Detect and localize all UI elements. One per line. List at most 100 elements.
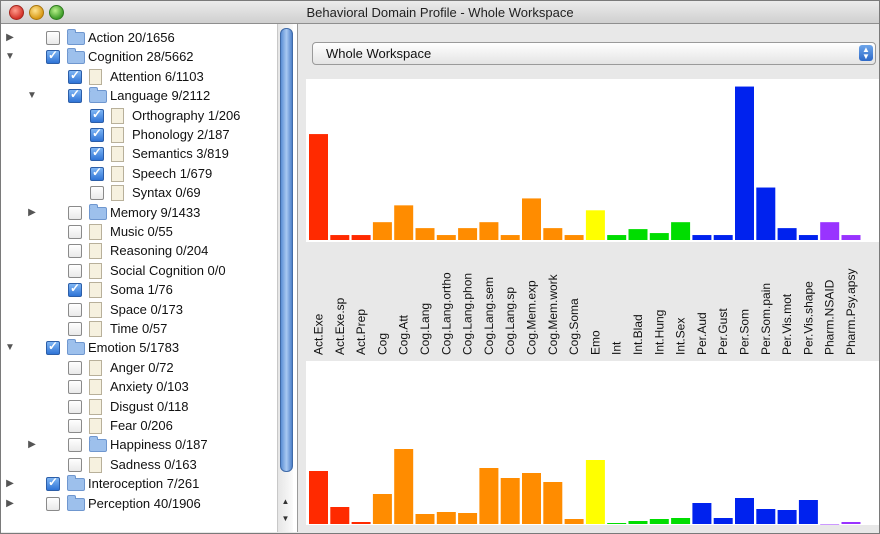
- tree-row[interactable]: Anger 0/72: [1, 358, 277, 378]
- top-bar-per-som-pain[interactable]: [756, 187, 776, 240]
- top-bar-cog-lang-sp[interactable]: [500, 235, 520, 240]
- tree-row-checkbox[interactable]: [68, 225, 82, 239]
- top-bar-cog-lang-ortho[interactable]: [436, 235, 456, 240]
- bottom-bar-per-vis-mot[interactable]: [777, 510, 797, 524]
- tree-row[interactable]: ▶ Memory 9/1433: [1, 203, 277, 223]
- tree-row[interactable]: Sadness 0/163: [1, 455, 277, 475]
- bottom-bar-int-hung[interactable]: [649, 519, 669, 524]
- tree-row-checkbox[interactable]: [68, 87, 82, 104]
- tree-row[interactable]: ▶ Interoception 7/261: [1, 474, 277, 494]
- tree-row-checkbox[interactable]: [68, 68, 82, 84]
- tree-row[interactable]: Phonology 2/187: [1, 125, 277, 145]
- bottom-bar-int-blad[interactable]: [628, 521, 648, 524]
- tree-row[interactable]: ▶ Action 20/1656: [1, 28, 277, 48]
- top-bar-per-som[interactable]: [735, 86, 754, 240]
- bottom-bar-per-vis-shape[interactable]: [798, 500, 818, 524]
- tree-row[interactable]: ▼ Emotion 5/1783: [1, 338, 277, 358]
- tree-row[interactable]: Anxiety 0/103: [1, 377, 277, 397]
- disclosure-collapsed-icon[interactable]: ▶: [5, 32, 15, 43]
- bottom-bar-per-aud[interactable]: [692, 503, 712, 524]
- tree-row-checkbox[interactable]: [68, 380, 82, 395]
- bottom-bar-pharm-psy-apsy[interactable]: [841, 522, 861, 524]
- top-bar-int-blad[interactable]: [628, 229, 648, 240]
- tree-row[interactable]: Orthography 1/206: [1, 106, 277, 126]
- bottom-bar-pharm-nsaid[interactable]: [820, 524, 840, 525]
- top-bar-cog-lang[interactable]: [415, 228, 435, 240]
- bottom-bar-cog-mem-exp[interactable]: [522, 473, 541, 524]
- title-bar[interactable]: Behavioral Domain Profile - Whole Worksp…: [1, 1, 879, 24]
- tree-row-checkbox[interactable]: [90, 145, 104, 162]
- tree-row[interactable]: Social Cognition 0/0: [1, 261, 277, 281]
- top-bar-per-aud[interactable]: [692, 235, 712, 240]
- top-bar-act-exe-sp[interactable]: [330, 235, 350, 240]
- bottom-bar-per-som-pain[interactable]: [756, 509, 776, 524]
- tree-row-checkbox[interactable]: [46, 339, 60, 356]
- top-bar-int[interactable]: [607, 235, 627, 240]
- bottom-bar-act-exe-sp[interactable]: [330, 507, 350, 524]
- bottom-bar-per-gust[interactable]: [713, 518, 733, 524]
- tree-row[interactable]: Soma 1/76: [1, 280, 277, 300]
- top-bar-pharm-psy-apsy[interactable]: [841, 235, 861, 240]
- disclosure-expanded-icon[interactable]: ▼: [5, 51, 15, 62]
- tree-row-checkbox[interactable]: [68, 438, 82, 453]
- bottom-bar-cog-lang[interactable]: [415, 514, 435, 524]
- bottom-bar-cog-lang-sp[interactable]: [500, 478, 520, 524]
- top-bar-emo[interactable]: [585, 210, 605, 240]
- bottom-bar-int-sex[interactable]: [671, 518, 691, 524]
- tree-row-checkbox[interactable]: [90, 186, 104, 201]
- tree-row[interactable]: Speech 1/679: [1, 164, 277, 184]
- tree-row[interactable]: Disgust 0/118: [1, 397, 277, 417]
- disclosure-expanded-icon[interactable]: ▼: [27, 90, 37, 101]
- tree-row-checkbox[interactable]: [90, 165, 104, 181]
- bottom-bar-cog-lang-sem[interactable]: [479, 468, 499, 524]
- top-bar-cog-soma[interactable]: [564, 235, 584, 240]
- disclosure-collapsed-icon[interactable]: ▶: [27, 439, 37, 450]
- scrollbar-thumb[interactable]: [280, 28, 293, 472]
- tree-row[interactable]: ▼ Cognition 28/5662: [1, 47, 277, 67]
- top-bar-cog-lang-sem[interactable]: [479, 222, 499, 240]
- tree-row[interactable]: Semantics 3/819: [1, 144, 277, 164]
- tree-row-checkbox[interactable]: [68, 419, 82, 433]
- disclosure-expanded-icon[interactable]: ▼: [5, 342, 15, 353]
- top-bar-cog-mem-exp[interactable]: [522, 198, 541, 240]
- top-bar-per-vis-shape[interactable]: [798, 235, 818, 240]
- bottom-bar-per-som[interactable]: [735, 498, 754, 524]
- top-bar-cog-mem-work[interactable]: [543, 228, 563, 240]
- tree-row[interactable]: ▼ Language 9/2112: [1, 86, 277, 106]
- tree-row[interactable]: ▶ Happiness 0/187: [1, 435, 277, 455]
- tree-row[interactable]: ▶ Perception 40/1906: [1, 494, 277, 514]
- disclosure-collapsed-icon[interactable]: ▶: [27, 207, 37, 218]
- bottom-bar-cog-lang-ortho[interactable]: [436, 512, 456, 524]
- top-bar-int-hung[interactable]: [649, 233, 669, 240]
- bottom-bar-cog-lang-phon[interactable]: [458, 513, 478, 524]
- tree-row-checkbox[interactable]: [46, 496, 60, 511]
- tree-row-checkbox[interactable]: [46, 48, 60, 65]
- tree-row[interactable]: Time 0/57: [1, 319, 277, 339]
- bottom-bar-cog-soma[interactable]: [564, 519, 584, 524]
- top-bar-pharm-nsaid[interactable]: [820, 222, 840, 240]
- tree-row[interactable]: Space 0/173: [1, 300, 277, 320]
- tree-row-checkbox[interactable]: [68, 399, 82, 414]
- top-bar-per-gust[interactable]: [713, 235, 733, 240]
- tree-row-checkbox[interactable]: [90, 126, 104, 142]
- top-bar-cog[interactable]: [372, 222, 392, 240]
- disclosure-collapsed-icon[interactable]: ▶: [5, 478, 15, 489]
- bottom-bar-cog-mem-work[interactable]: [543, 482, 563, 524]
- tree-row-checkbox[interactable]: [90, 107, 104, 123]
- tree-row[interactable]: Reasoning 0/204: [1, 241, 277, 261]
- tree-row-checkbox[interactable]: [68, 244, 82, 259]
- tree-scrollbar[interactable]: ▲ ▼: [277, 24, 293, 532]
- tree-row-checkbox[interactable]: [46, 475, 60, 492]
- tree-row-checkbox[interactable]: [46, 31, 60, 45]
- top-bar-int-sex[interactable]: [671, 222, 691, 240]
- tree-row[interactable]: Syntax 0/69: [1, 183, 277, 203]
- scroll-up-arrow-icon[interactable]: ▲: [278, 497, 293, 506]
- top-bar-per-vis-mot[interactable]: [777, 228, 797, 240]
- disclosure-collapsed-icon[interactable]: ▶: [5, 498, 15, 509]
- tree-row-checkbox[interactable]: [68, 263, 82, 278]
- tree-row-checkbox[interactable]: [68, 360, 82, 375]
- top-bar-act-exe[interactable]: [309, 134, 328, 240]
- tree-row-checkbox[interactable]: [68, 457, 82, 472]
- top-bar-cog-lang-phon[interactable]: [458, 228, 478, 240]
- scroll-down-arrow-icon[interactable]: ▼: [278, 514, 293, 523]
